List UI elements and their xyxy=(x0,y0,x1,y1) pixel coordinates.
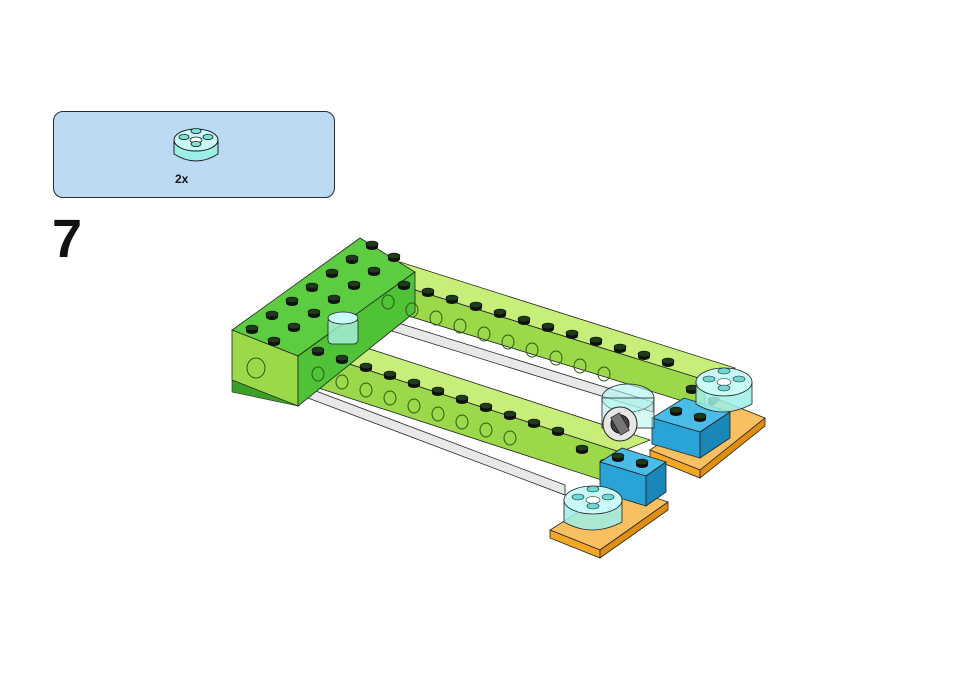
trans-round-brick-back xyxy=(695,367,753,413)
axle-connector xyxy=(601,383,655,442)
trans-round-brick-front xyxy=(563,485,623,531)
assembly-illustration xyxy=(231,237,766,559)
trans-round-connector xyxy=(327,311,359,345)
